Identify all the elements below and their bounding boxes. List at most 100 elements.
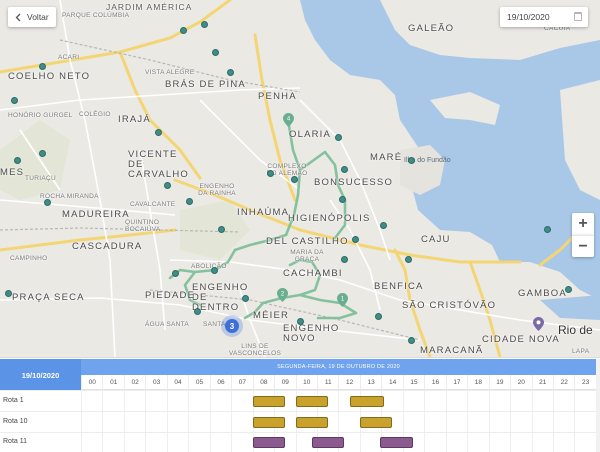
zoom-out-button[interactable]: − bbox=[572, 235, 594, 257]
hour-label: 14 bbox=[381, 375, 402, 389]
vehicle-marker[interactable] bbox=[211, 267, 218, 274]
route-schedule-bar[interactable] bbox=[350, 396, 384, 407]
date-picker-field[interactable]: 19/10/2020 bbox=[500, 7, 588, 27]
route-pin[interactable]: 4 bbox=[283, 113, 294, 127]
hour-column bbox=[209, 390, 231, 452]
row-divider bbox=[0, 390, 600, 391]
hour-label: 08 bbox=[252, 375, 274, 389]
location-pin-icon[interactable] bbox=[533, 317, 544, 331]
map-label: INHAÚMA bbox=[237, 207, 290, 218]
vehicle-marker[interactable] bbox=[11, 97, 18, 104]
vehicle-marker[interactable] bbox=[375, 313, 382, 320]
map-view[interactable]: JARDIM AMÉRICA PARQUE COLÚMBIA ACARI COE… bbox=[0, 0, 600, 357]
marker-cluster[interactable]: 3 bbox=[221, 315, 243, 337]
map-label: IRAJÁ bbox=[118, 114, 151, 125]
hour-label: 04 bbox=[166, 375, 188, 389]
vehicle-marker[interactable] bbox=[242, 295, 249, 302]
route-row-label: Rota 11 bbox=[3, 438, 27, 445]
route-schedule-bar[interactable] bbox=[252, 437, 285, 448]
hour-column bbox=[145, 390, 166, 452]
vehicle-marker[interactable] bbox=[291, 176, 298, 183]
map-label: MES bbox=[0, 167, 25, 178]
vehicle-marker[interactable] bbox=[352, 236, 359, 243]
map-label: PRAÇA SECA bbox=[12, 292, 85, 303]
vehicle-marker[interactable] bbox=[155, 129, 162, 136]
vehicle-marker[interactable] bbox=[267, 170, 274, 177]
route-schedule-bar[interactable] bbox=[252, 396, 285, 407]
vehicle-marker[interactable] bbox=[5, 290, 12, 297]
vehicle-marker[interactable] bbox=[565, 286, 572, 293]
hour-column bbox=[424, 390, 445, 452]
vehicle-marker[interactable] bbox=[227, 69, 234, 76]
vehicle-marker[interactable] bbox=[339, 196, 346, 203]
map-label: CASCADURA bbox=[72, 241, 143, 252]
map-label: BENFICA bbox=[374, 281, 424, 292]
vehicle-marker[interactable] bbox=[380, 222, 387, 229]
map-label: LINS DE VASCONCELOS bbox=[228, 343, 282, 357]
route-timeline: 19/10/2020 SEGUNDA-FEIRA, 19 DE OUTUBRO … bbox=[0, 357, 600, 452]
hour-label: 12 bbox=[338, 375, 359, 389]
map-label: HONÓRIO GURGEL bbox=[8, 112, 73, 119]
route-schedule-bar[interactable] bbox=[380, 437, 413, 448]
vehicle-marker[interactable] bbox=[186, 198, 193, 205]
timeline-day-header: SEGUNDA-FEIRA, 19 DE OUTUBRO DE 2020 bbox=[81, 359, 596, 375]
vehicle-marker[interactable] bbox=[44, 199, 51, 206]
hour-column bbox=[510, 390, 531, 452]
hour-label: 22 bbox=[552, 375, 574, 389]
vehicle-marker[interactable] bbox=[172, 270, 179, 277]
hour-column bbox=[102, 390, 123, 452]
route-schedule-bar[interactable] bbox=[295, 396, 328, 407]
hour-label: 15 bbox=[402, 375, 424, 389]
map-label: PENHA bbox=[258, 91, 297, 102]
back-button-label: Voltar bbox=[27, 12, 49, 22]
calendar-icon bbox=[574, 12, 582, 21]
route-pin[interactable]: 2 bbox=[277, 288, 288, 302]
vehicle-marker[interactable] bbox=[164, 182, 171, 189]
timeline-scrollbar[interactable] bbox=[596, 359, 600, 452]
map-label: BRÁS DE PINA bbox=[165, 79, 246, 90]
route-schedule-bar[interactable] bbox=[295, 417, 328, 428]
map-label: VISTA ALEGRE bbox=[145, 69, 195, 76]
map-label-city: Rio de bbox=[558, 323, 593, 337]
map-label: LAPA bbox=[572, 348, 590, 355]
vehicle-marker[interactable] bbox=[218, 226, 225, 233]
hour-label: 23 bbox=[574, 375, 595, 389]
vehicle-marker[interactable] bbox=[14, 157, 21, 164]
vehicle-marker[interactable] bbox=[408, 337, 415, 344]
back-button[interactable]: Voltar bbox=[8, 7, 56, 27]
map-label: COELHO NETO bbox=[8, 71, 91, 82]
hour-label: 13 bbox=[359, 375, 381, 389]
map-label: MADUREIRA bbox=[62, 209, 130, 220]
vehicle-marker[interactable] bbox=[544, 226, 551, 233]
vehicle-marker[interactable] bbox=[201, 21, 208, 28]
hour-label: 17 bbox=[445, 375, 467, 389]
map-label: VICENTE DE CARVALHO bbox=[128, 149, 189, 180]
vehicle-marker[interactable] bbox=[408, 157, 415, 164]
route-pin[interactable]: 1 bbox=[337, 293, 348, 307]
vehicle-marker[interactable] bbox=[39, 63, 46, 70]
route-schedule-bar[interactable] bbox=[359, 417, 393, 428]
vehicle-marker[interactable] bbox=[212, 49, 219, 56]
vehicle-marker[interactable] bbox=[341, 166, 348, 173]
hour-label: 18 bbox=[467, 375, 488, 389]
map-label: GAMBOA bbox=[518, 288, 567, 299]
route-schedule-bar[interactable] bbox=[311, 437, 344, 448]
vehicle-marker[interactable] bbox=[39, 150, 46, 157]
route-row-label: Rota 10 bbox=[3, 418, 28, 425]
vehicle-marker[interactable] bbox=[297, 318, 304, 325]
hour-label: 20 bbox=[510, 375, 531, 389]
vehicle-marker[interactable] bbox=[194, 308, 201, 315]
hour-column bbox=[574, 390, 595, 452]
vehicle-marker[interactable] bbox=[335, 134, 342, 141]
vehicle-marker[interactable] bbox=[180, 27, 187, 34]
hour-label: 07 bbox=[231, 375, 252, 389]
hour-column bbox=[123, 390, 145, 452]
hour-label: 11 bbox=[316, 375, 338, 389]
hour-column bbox=[445, 390, 467, 452]
map-label: OLARIA bbox=[289, 129, 332, 140]
hour-column bbox=[188, 390, 209, 452]
route-schedule-bar[interactable] bbox=[252, 417, 285, 428]
vehicle-marker[interactable] bbox=[405, 256, 412, 263]
vehicle-marker[interactable] bbox=[341, 256, 348, 263]
zoom-in-button[interactable]: + bbox=[572, 213, 594, 235]
